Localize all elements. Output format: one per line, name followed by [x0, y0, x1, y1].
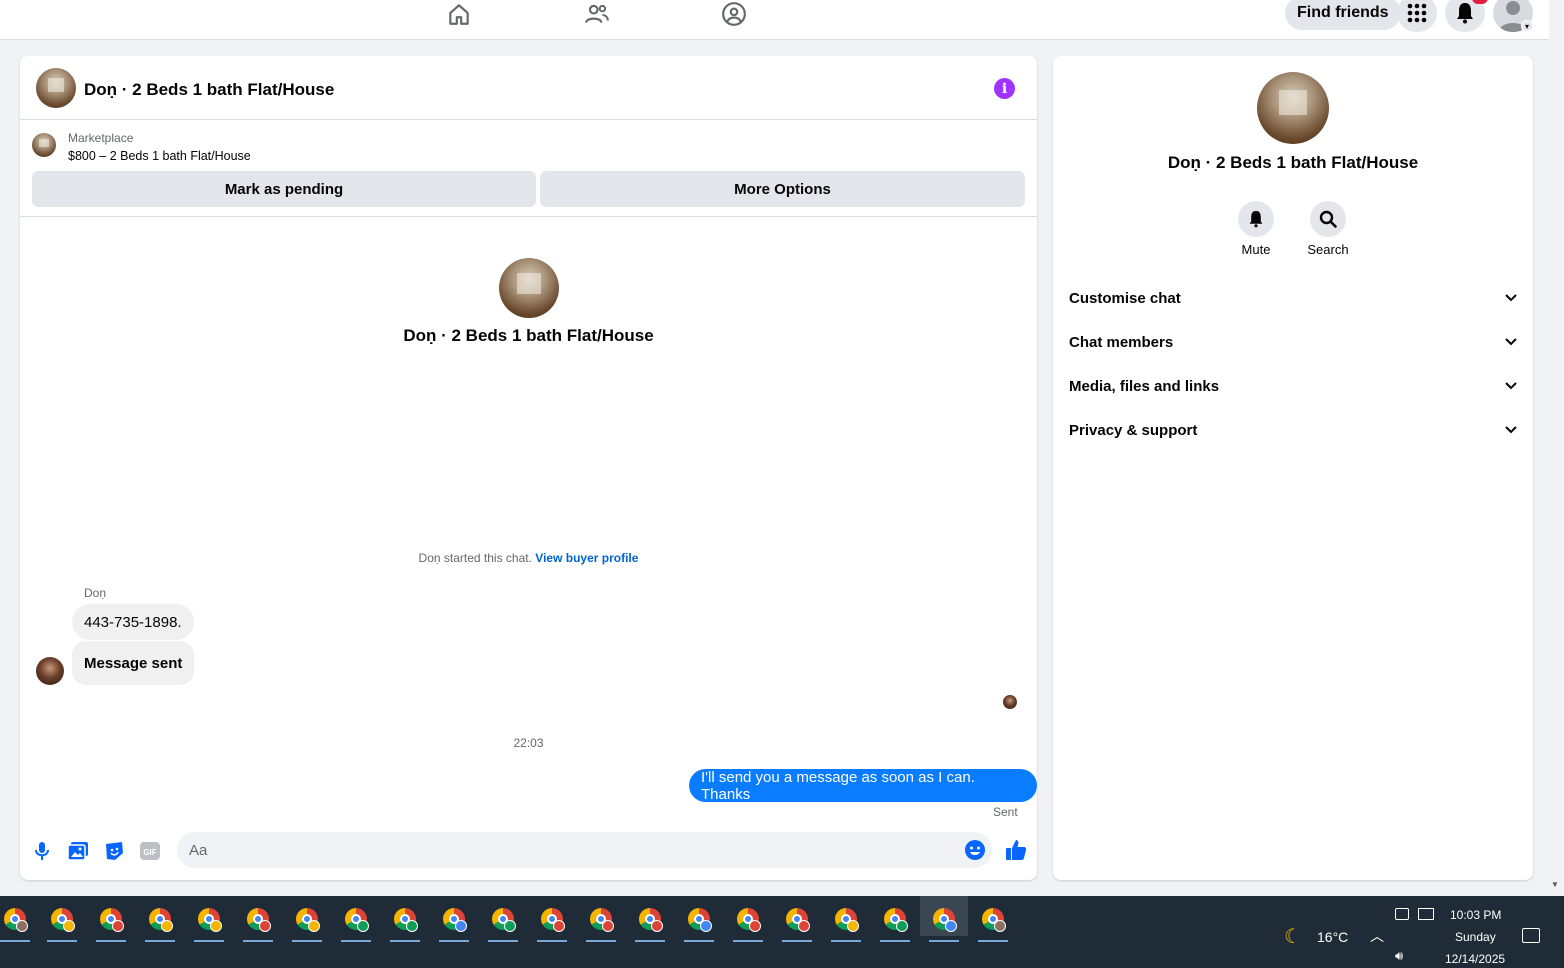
search-icon [1319, 210, 1337, 228]
chrome-taskbar-icon[interactable] [586, 904, 616, 942]
notifications-bell-icon[interactable] [1445, 0, 1485, 32]
chrome-taskbar-icon[interactable] [439, 904, 469, 942]
chrome-taskbar-icon[interactable] [733, 904, 763, 942]
chrome-taskbar-icon[interactable] [47, 904, 77, 942]
mute-bell-icon [1249, 211, 1263, 228]
chrome-taskbar-icon[interactable] [782, 904, 812, 942]
message-input[interactable] [189, 832, 949, 868]
info-icon[interactable]: i [994, 78, 1015, 99]
speaker-icon[interactable]: 🔊︎ [1395, 948, 1403, 964]
listing-price-title[interactable]: $800 – 2 Beds 1 bath Flat/House [68, 149, 251, 163]
chrome-taskbar-icon[interactable] [0, 904, 30, 942]
incoming-message[interactable]: Message sent [72, 641, 195, 685]
chrome-taskbar-icon[interactable] [978, 904, 1008, 942]
chrome-taskbar-icon[interactable] [194, 904, 224, 942]
notification-badge [1472, 0, 1488, 4]
chrome-taskbar-icon[interactable] [390, 904, 420, 942]
svg-text:GIF: GIF [143, 848, 156, 857]
thumbs-up-icon[interactable] [1004, 838, 1028, 862]
sender-avatar[interactable] [36, 657, 64, 685]
chat-title[interactable]: Doṇ · 2 Beds 1 bath Flat/House [84, 80, 334, 100]
weather-temperature[interactable]: 16°C [1317, 929, 1348, 945]
clock-time[interactable]: 10:03 PM [1450, 908, 1501, 922]
clock-date[interactable]: 12/14/2025 [1445, 952, 1505, 966]
conversation-title: Doṇ · 2 Beds 1 bath Flat/House [403, 326, 654, 345]
account-chevron-icon[interactable]: ▾ [1521, 20, 1533, 32]
scroll-down-arrow-icon[interactable]: ▼ [1551, 880, 1559, 889]
marketplace-label: Marketplace [68, 131, 134, 145]
photo-icon[interactable] [67, 840, 89, 862]
chrome-taskbar-icon[interactable] [341, 904, 371, 942]
groups-icon[interactable] [720, 0, 748, 28]
outgoing-message[interactable]: I'll send you a message as soon as I can… [689, 769, 1037, 803]
friends-icon[interactable] [583, 0, 611, 28]
chrome-taskbar-icon[interactable] [635, 904, 665, 942]
chrome-taskbar-icon[interactable] [96, 904, 126, 942]
sender-name: Doṇ [84, 586, 107, 600]
info-title: Doṇ · 2 Beds 1 bath Flat/House [1167, 153, 1419, 172]
chevron-up-icon[interactable]: ︿ [1370, 926, 1384, 946]
gif-icon[interactable]: GIF [139, 840, 161, 862]
listing-thumbnail[interactable] [32, 133, 56, 157]
windows-taskbar: ☾ 16°C ︿ 🔊︎ 10:03 PM Sunday 12/14/2025 [0, 896, 1564, 968]
clock-day[interactable]: Sunday [1455, 930, 1496, 944]
find-friends-button[interactable]: Find friends [1285, 0, 1401, 30]
chrome-taskbar-icon[interactable] [488, 904, 518, 942]
conversation-avatar[interactable] [499, 258, 559, 318]
chrome-taskbar-icon[interactable] [292, 904, 322, 942]
section-customise-chat[interactable]: Customise chat [1069, 280, 1517, 316]
top-navigation-bar: Find friends ▾ [0, 0, 1549, 40]
page-scrollbar[interactable] [1549, 0, 1564, 896]
section-chat-members[interactable]: Chat members [1069, 324, 1517, 360]
incoming-message[interactable]: 443-735-1898. [72, 604, 194, 640]
section-label: Customise chat [1069, 289, 1181, 307]
mark-as-pending-button[interactable]: Mark as pending [32, 171, 536, 207]
network-icon[interactable] [1418, 908, 1434, 920]
chrome-taskbar-icon[interactable] [831, 904, 861, 942]
message-input-box[interactable] [177, 832, 992, 868]
chat-info-panel: Doṇ · 2 Beds 1 bath Flat/House Mute Sear… [1053, 56, 1533, 880]
section-label: Media, files and links [1069, 377, 1220, 395]
search-button[interactable] [1310, 201, 1346, 237]
seen-by-avatar [1003, 695, 1017, 709]
chevron-down-icon [1505, 338, 1517, 346]
chrome-taskbar-icon[interactable] [684, 904, 714, 942]
emoji-icon[interactable] [964, 839, 986, 861]
section-label: Chat members [1069, 333, 1174, 351]
microphone-icon[interactable] [31, 840, 53, 862]
section-label: Privacy & support [1069, 421, 1198, 439]
notification-center-icon[interactable] [1522, 928, 1540, 943]
message-status: Sent [993, 805, 1018, 819]
chrome-taskbar-icon[interactable] [243, 904, 273, 942]
section-media-files-links[interactable]: Media, files and links [1069, 368, 1517, 404]
mute-label: Mute [1241, 242, 1271, 257]
chat-started-notice: Doṇ started this chat. View buyer profil… [20, 551, 1037, 565]
mute-button[interactable] [1238, 201, 1274, 237]
meet-now-icon[interactable] [1395, 908, 1409, 920]
message-timestamp: 22:03 [513, 736, 544, 750]
chat-started-text: Doṇ started this chat. [418, 551, 532, 565]
chevron-down-icon [1505, 426, 1517, 434]
section-privacy-support[interactable]: Privacy & support [1069, 412, 1517, 448]
moon-weather-icon[interactable]: ☾ [1284, 924, 1302, 949]
home-icon[interactable] [445, 0, 473, 28]
info-avatar[interactable] [1257, 72, 1329, 144]
chat-avatar[interactable] [36, 68, 76, 108]
more-options-button[interactable]: More Options [540, 171, 1025, 207]
chevron-down-icon [1505, 294, 1517, 302]
chat-panel: Doṇ · 2 Beds 1 bath Flat/House i Marketp… [20, 56, 1037, 880]
chrome-taskbar-icon[interactable] [537, 904, 567, 942]
sticker-icon[interactable] [103, 840, 125, 862]
chrome-taskbar-icon[interactable] [145, 904, 175, 942]
search-label: Search [1307, 242, 1349, 257]
view-buyer-profile-link[interactable]: View buyer profile [535, 551, 638, 565]
chrome-taskbar-icon[interactable] [880, 904, 910, 942]
menu-grid-icon[interactable] [1397, 0, 1437, 32]
chevron-down-icon [1505, 382, 1517, 390]
chat-header: Doṇ · 2 Beds 1 bath Flat/House i [20, 56, 1037, 120]
chrome-taskbar-icon[interactable] [929, 904, 959, 942]
message-composer: GIF [20, 830, 1037, 872]
